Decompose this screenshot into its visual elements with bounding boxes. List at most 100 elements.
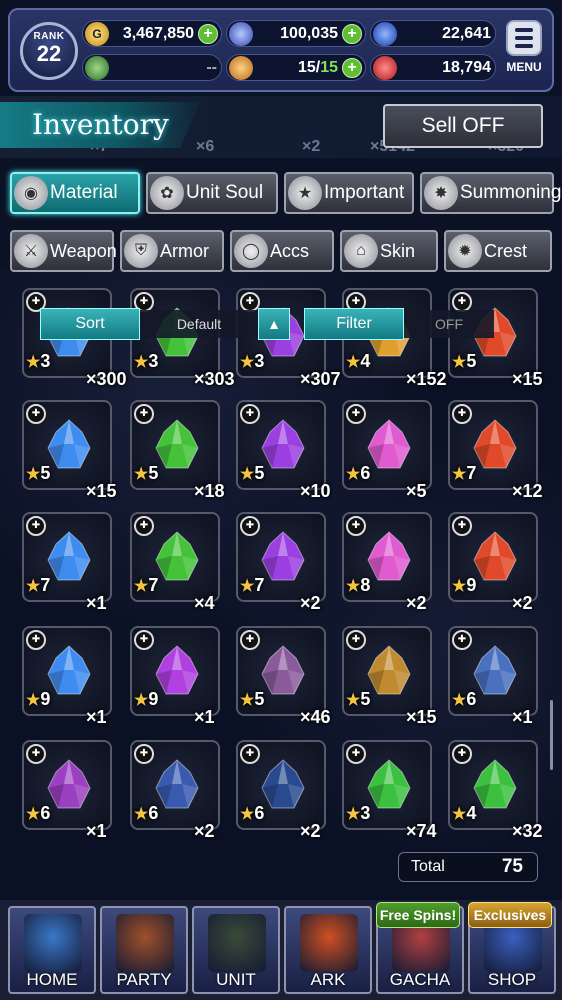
nav-label: HOME	[26, 970, 78, 989]
item-slot[interactable]: ✚ ★5 ×15	[22, 400, 117, 501]
item-slot[interactable]: ✚ ★7 ×2	[236, 512, 326, 613]
tab-label: Accs	[270, 240, 310, 261]
nav-label: ARK	[310, 970, 346, 989]
crystal-icon	[44, 530, 94, 584]
add-stamina-button[interactable]: +	[342, 57, 362, 78]
item-slot[interactable]: ✚ ★8 ×2	[342, 512, 432, 613]
item-rarity: ★3	[134, 351, 159, 371]
crystal-icon	[470, 758, 520, 812]
item-slot[interactable]: ✚ ★7 ×4	[130, 512, 220, 613]
item-type-icon: ✚	[134, 744, 154, 764]
item-quantity: ×15	[406, 707, 437, 727]
menu-icon	[506, 20, 542, 56]
red-gem-icon	[373, 55, 397, 80]
summon-icon: ✸	[424, 176, 458, 210]
crystal-icon	[44, 644, 94, 698]
item-rarity: ★8	[346, 575, 371, 595]
item-quantity: ×15	[512, 369, 543, 389]
item-quantity: ×1	[86, 593, 107, 613]
nav-home-button[interactable]: HOME	[8, 906, 96, 994]
tab-accs[interactable]: ◯ Accs	[230, 230, 334, 272]
item-slot[interactable]: ✚ ★9 ×2	[448, 512, 538, 613]
item-rarity: ★7	[240, 575, 265, 595]
orb-counter: 22,641	[370, 20, 496, 47]
gil-value: 3,467,850	[122, 24, 194, 42]
tab-crest[interactable]: ✹ Crest	[444, 230, 552, 272]
item-slot[interactable]: ✚ ★6 ×5	[342, 400, 432, 501]
item-quantity: ×1	[194, 707, 215, 727]
bag-icon: ◉	[14, 176, 48, 210]
item-rarity: ★6	[26, 803, 51, 823]
item-type-icon: ✚	[26, 630, 46, 650]
item-slot[interactable]: ✚ ★3 ×74	[342, 740, 437, 841]
filter-control: Filter OFF	[304, 308, 494, 340]
item-quantity: ×12	[512, 481, 543, 501]
filter-button[interactable]: Filter	[304, 308, 404, 340]
item-quantity: ×10	[300, 481, 331, 501]
free-spins-tag: Free Spins!	[376, 902, 460, 928]
item-rarity: ★6	[452, 689, 477, 709]
item-rarity: ★9	[26, 689, 51, 709]
tab-weapon[interactable]: ⚔ Weapon	[10, 230, 117, 272]
stamina-counter: 15/15 +	[226, 54, 366, 81]
item-rarity: ★7	[26, 575, 51, 595]
item-slot[interactable]: ✚ ★4 ×32	[448, 740, 543, 841]
item-slot[interactable]: ✚ ★6 ×2	[130, 740, 220, 841]
crystal-value: 100,035	[280, 24, 338, 42]
item-type-icon: ✚	[346, 630, 366, 650]
item-slot[interactable]: ✚ ★6 ×2	[236, 740, 326, 841]
filter-value[interactable]: OFF	[404, 310, 494, 338]
item-quantity: ×300	[86, 369, 127, 389]
crystal-icon	[364, 758, 414, 812]
item-type-icon: ✚	[240, 404, 260, 424]
sort-value[interactable]: Default	[140, 310, 258, 338]
item-slot[interactable]: ✚ ★7 ×1	[22, 512, 112, 613]
ark-icon	[300, 914, 358, 972]
item-type-icon: ✚	[134, 516, 154, 536]
add-crystal-button[interactable]: +	[342, 23, 362, 44]
armor-icon: ⛨	[124, 234, 158, 268]
sword-icon: ⚔	[14, 234, 48, 268]
item-slot[interactable]: ✚ ★5 ×15	[342, 626, 437, 727]
crystal-icon	[152, 418, 202, 472]
tab-summoning[interactable]: ✸ Summoning	[420, 172, 561, 214]
unit-icon	[208, 914, 266, 972]
item-quantity: ×5	[406, 481, 427, 501]
item-type-icon: ✚	[134, 630, 154, 650]
party-icon	[116, 914, 174, 972]
nav-unit-button[interactable]: UNIT	[192, 906, 280, 994]
menu-button[interactable]: MENU	[502, 20, 546, 82]
tab-label: Material	[50, 182, 118, 203]
nav-party-button[interactable]: PARTY	[100, 906, 188, 994]
sort-direction-button[interactable]: ▲	[258, 308, 290, 340]
item-slot[interactable]: ✚ ★9 ×1	[130, 626, 220, 727]
item-type-icon: ✚	[346, 516, 366, 536]
crystal-icon	[258, 644, 308, 698]
tab-armor[interactable]: ⛨ Armor	[120, 230, 224, 272]
item-type-icon: ✚	[452, 516, 472, 536]
tab-unit-soul[interactable]: ✿ Unit Soul	[146, 172, 278, 214]
item-slot[interactable]: ✚ ★5 ×18	[130, 400, 225, 501]
item-slot[interactable]: ✚ ★5 ×10	[236, 400, 331, 501]
total-count: Total 75	[398, 852, 538, 882]
tab-label: Summoning	[460, 182, 562, 203]
item-quantity: ×46	[300, 707, 331, 727]
crystal-icon	[470, 644, 520, 698]
tab-important[interactable]: ★ Important	[284, 172, 414, 214]
item-slot[interactable]: ✚ ★6 ×1	[22, 740, 112, 841]
sort-button[interactable]: Sort	[40, 308, 140, 340]
tab-skin[interactable]: ⌂ Skin	[340, 230, 438, 272]
item-slot[interactable]: ✚ ★5 ×46	[236, 626, 331, 727]
nav-label: SHOP	[487, 970, 537, 989]
item-rarity: ★3	[26, 351, 51, 371]
item-slot[interactable]: ✚ ★9 ×1	[22, 626, 112, 727]
tab-material[interactable]: ◉ Material	[10, 172, 140, 214]
crystal-icon	[152, 644, 202, 698]
sell-toggle-button[interactable]: Sell OFF	[383, 104, 543, 148]
item-slot[interactable]: ✚ ★7 ×12	[448, 400, 543, 501]
item-type-icon: ✚	[452, 630, 472, 650]
add-gil-button[interactable]: +	[198, 23, 218, 44]
nav-ark-button[interactable]: ARK	[284, 906, 372, 994]
item-slot[interactable]: ✚ ★6 ×1	[448, 626, 538, 727]
scrollbar[interactable]	[550, 700, 553, 770]
